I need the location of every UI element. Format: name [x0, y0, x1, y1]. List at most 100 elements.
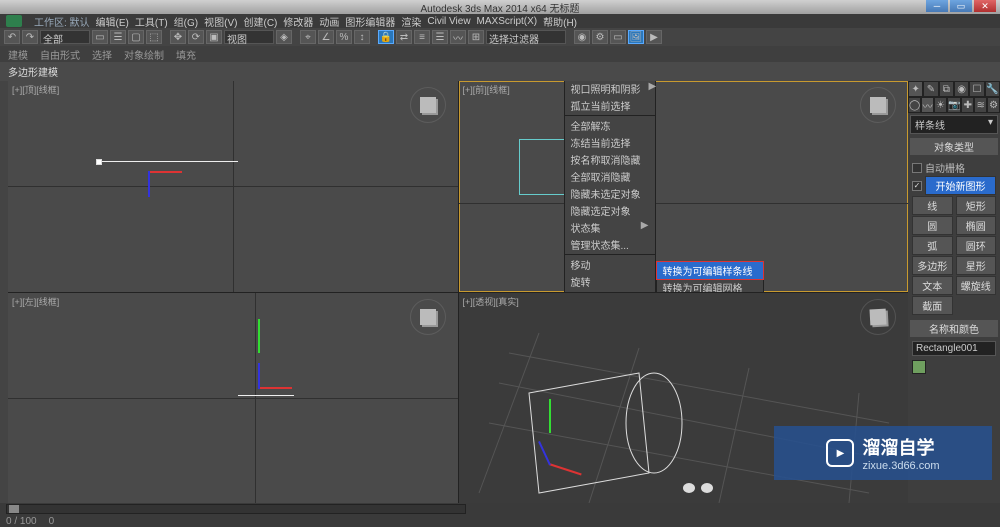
minimize-button[interactable]: ─ — [926, 0, 948, 12]
start-shape-button[interactable]: 开始新图形 — [925, 176, 996, 195]
cameras-subtab[interactable]: 📷 — [947, 97, 961, 113]
object-color-swatch[interactable] — [912, 360, 926, 374]
ctx-item[interactable]: 全部解冻 — [565, 117, 655, 134]
viewport-top-label[interactable]: [+][顶][线框] — [12, 83, 59, 96]
autogrid-checkbox[interactable] — [912, 163, 922, 173]
motion-tab[interactable]: ◉ — [954, 81, 969, 97]
maximize-button[interactable]: ▭ — [950, 0, 972, 12]
viewport-persp-label[interactable]: [+][透视][真实] — [463, 295, 519, 308]
create-tab[interactable]: ✦ — [908, 81, 923, 97]
text-button[interactable]: 文本 — [912, 276, 953, 295]
ngon-button[interactable]: 多边形 — [912, 256, 953, 275]
angle-snap-button[interactable]: ∠ — [318, 30, 334, 44]
ctx-item[interactable]: 隐藏未选定对象 — [565, 185, 655, 202]
close-button[interactable]: ✕ — [974, 0, 996, 12]
ctx-item[interactable]: 视口照明和阴影▶ — [565, 81, 655, 97]
rotate-button[interactable]: ⟳ — [188, 30, 204, 44]
menu-maxscript[interactable]: MAXScript(X) — [477, 16, 538, 27]
objtype-rollout[interactable]: 对象类型 — [910, 138, 998, 155]
helpers-subtab[interactable]: ✚ — [961, 97, 974, 113]
arc-button[interactable]: 弧 — [912, 236, 953, 255]
viewcube-front[interactable] — [860, 87, 896, 123]
viewcube-persp[interactable] — [860, 299, 896, 335]
ctx-item[interactable]: 移动 — [565, 256, 655, 273]
select-region-button[interactable]: ▢ — [128, 30, 144, 44]
ctx-item[interactable]: 冻结当前选择 — [565, 134, 655, 151]
curve-editor-button[interactable]: 〰 — [450, 30, 466, 44]
snap-toggle-button[interactable]: ⌖ — [300, 30, 316, 44]
viewcube-top[interactable] — [410, 87, 446, 123]
circle-button[interactable]: 圆 — [912, 216, 953, 235]
systems-subtab[interactable]: ⚙ — [987, 97, 1000, 113]
startshape-checkbox[interactable] — [912, 181, 922, 191]
shapes-subtab[interactable]: 〰 — [921, 97, 934, 113]
utilities-tab[interactable]: 🔧 — [985, 81, 1000, 97]
ellipse-button[interactable]: 椭圆 — [956, 216, 997, 235]
scale-button[interactable]: ▣ — [206, 30, 222, 44]
select-object-button[interactable]: ▭ — [92, 30, 108, 44]
menu-civilview[interactable]: Civil View — [427, 16, 470, 27]
viewport-front[interactable]: [+][前][线框] 视口照明和阴影▶ 孤立当前选择 全部解冻 冻结当前选择 按… — [459, 81, 909, 292]
viewport-left-label[interactable]: [+][左][线框] — [12, 295, 59, 308]
ctx-item[interactable]: 隐藏选定对象 — [565, 202, 655, 219]
left-scroll[interactable] — [0, 81, 8, 503]
menu-edit[interactable]: 编辑(E) — [96, 14, 129, 29]
namecolor-rollout[interactable]: 名称和颜色 — [910, 320, 998, 337]
viewport-top[interactable]: [+][顶][线框] — [8, 81, 458, 292]
viewcube-left[interactable] — [410, 299, 446, 335]
workspace-label[interactable]: 工作区: 默认 — [34, 14, 90, 29]
helix-button[interactable]: 螺旋线 — [956, 276, 997, 295]
display-tab[interactable]: ☐ — [969, 81, 984, 97]
time-slider[interactable] — [6, 504, 466, 514]
line-button[interactable]: 线 — [912, 196, 953, 215]
ribbon-modeling[interactable]: 建模 — [8, 47, 28, 62]
menu-tools[interactable]: 工具(T) — [135, 14, 168, 29]
time-slider-thumb[interactable] — [9, 505, 19, 513]
selection-lock-button[interactable]: 🔒 — [378, 30, 394, 44]
shape-category-dropdown[interactable]: 样条线▾ — [910, 115, 998, 134]
menu-animation[interactable]: 动画 — [319, 14, 339, 29]
donut-button[interactable]: 圆环 — [956, 236, 997, 255]
ribbon-populate[interactable]: 填充 — [176, 47, 196, 62]
object-name-input[interactable] — [912, 341, 996, 356]
menu-help[interactable]: 帮助(H) — [543, 14, 577, 29]
ctx-item[interactable]: 孤立当前选择 — [565, 97, 655, 114]
menu-grapheditors[interactable]: 图形编辑器 — [345, 14, 395, 29]
ribbon-freeform[interactable]: 自由形式 — [40, 47, 80, 62]
spinner-snap-button[interactable]: ↕ — [354, 30, 370, 44]
schematic-button[interactable]: ⊞ — [468, 30, 484, 44]
lights-subtab[interactable]: ☀ — [934, 97, 947, 113]
ctx-item[interactable]: 管理状态集... — [565, 236, 655, 253]
named-sel-set[interactable]: 选择过滤器 — [486, 30, 566, 44]
layer-button[interactable]: ☰ — [432, 30, 448, 44]
pivot-button[interactable]: ◈ — [276, 30, 292, 44]
ref-coord-system[interactable]: 视图 — [224, 30, 274, 44]
render-frame-button[interactable]: ▭ — [610, 30, 626, 44]
ctx-item[interactable]: 全部取消隐藏 — [565, 168, 655, 185]
menu-group[interactable]: 组(G) — [174, 14, 198, 29]
spacewarps-subtab[interactable]: ≋ — [974, 97, 987, 113]
menu-modifiers[interactable]: 修改器 — [283, 14, 313, 29]
ribbon-selection[interactable]: 选择 — [92, 47, 112, 62]
material-editor-button[interactable]: ◉ — [574, 30, 590, 44]
ctx-item[interactable]: 按名称取消隐藏 — [565, 151, 655, 168]
move-button[interactable]: ✥ — [170, 30, 186, 44]
section-button[interactable]: 截面 — [912, 296, 953, 315]
render-last-button[interactable]: ▶ — [646, 30, 662, 44]
menu-render[interactable]: 渲染 — [401, 14, 421, 29]
menu-view[interactable]: 视图(V) — [204, 14, 237, 29]
viewport-front-label[interactable]: [+][前][线框] — [463, 83, 510, 96]
ctx-convert-mesh[interactable]: 转换为可编辑网格 — [657, 279, 763, 292]
rectangle-button[interactable]: 矩形 — [956, 196, 997, 215]
ctx-item[interactable]: 旋转 — [565, 273, 655, 290]
app-menu-button[interactable] — [6, 15, 22, 27]
select-name-button[interactable]: ☰ — [110, 30, 126, 44]
star-button[interactable]: 星形 — [956, 256, 997, 275]
redo-button[interactable]: ↷ — [22, 30, 38, 44]
window-crossing-button[interactable]: ⬚ — [146, 30, 162, 44]
nav-controls[interactable] — [683, 483, 713, 493]
percent-snap-button[interactable]: % — [336, 30, 352, 44]
mirror-button[interactable]: ⇄ — [396, 30, 412, 44]
modify-tab[interactable]: ✎ — [923, 81, 938, 97]
selection-filter[interactable]: 全部 — [40, 30, 90, 44]
